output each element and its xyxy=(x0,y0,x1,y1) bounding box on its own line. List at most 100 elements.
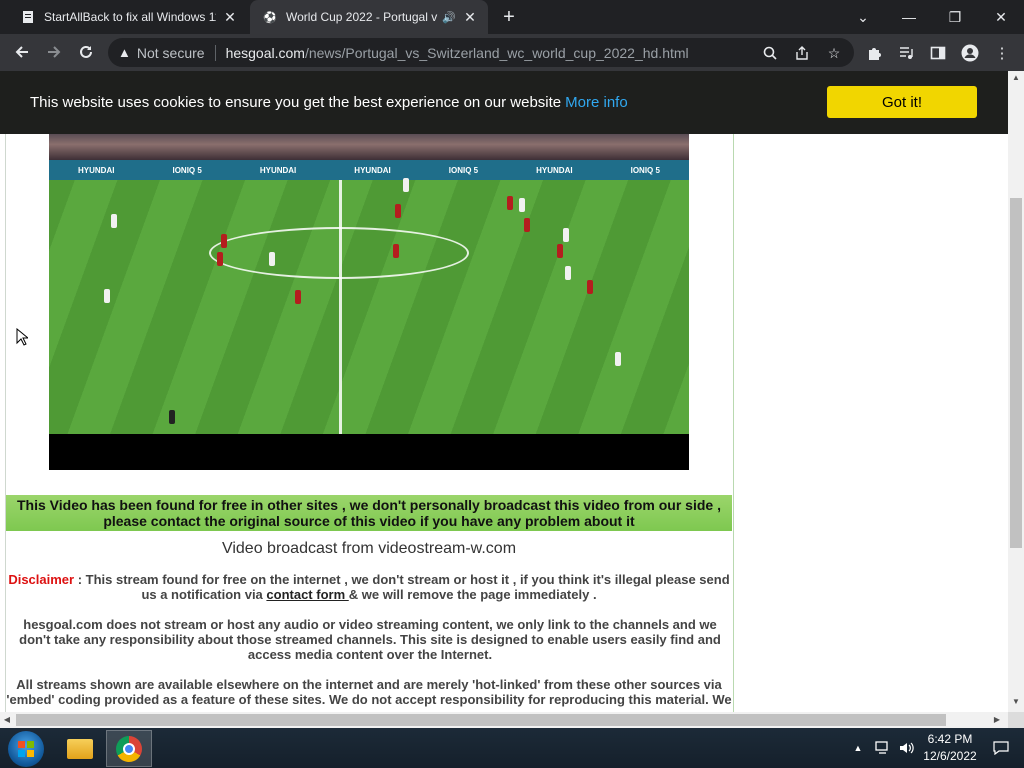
document-icon xyxy=(20,9,36,25)
tab-startallback[interactable]: StartAllBack to fix all Windows 11 ✕ xyxy=(8,0,248,34)
cookie-text: This website uses cookies to ensure you … xyxy=(30,94,562,111)
player xyxy=(295,290,301,304)
tab-search-icon[interactable]: ⌄ xyxy=(840,0,886,34)
vertical-scrollbar[interactable]: ▲ ▼ xyxy=(1008,71,1024,712)
notice-banner: This Video has been found for free in ot… xyxy=(6,495,732,531)
web-page: HYUNDAI IONIQ 5 HYUNDAI HYUNDAI IONIQ 5 … xyxy=(0,71,1008,712)
disclaimer-tail: & we will remove the page immediately . xyxy=(348,587,597,602)
reload-button[interactable] xyxy=(74,40,98,64)
back-button[interactable] xyxy=(10,40,34,64)
coach xyxy=(169,410,175,424)
player xyxy=(519,198,525,212)
tab-strip: StartAllBack to fix all Windows 11 ✕ ⚽ W… xyxy=(0,0,1024,34)
vertical-scroll-thumb[interactable] xyxy=(1010,198,1022,548)
player xyxy=(403,178,409,192)
start-button[interactable] xyxy=(8,731,44,767)
network-icon[interactable] xyxy=(873,736,893,760)
clock-time: 6:42 PM xyxy=(927,732,973,746)
kebab-menu-icon[interactable]: ⋮ xyxy=(991,42,1013,64)
star-icon[interactable]: ☆ xyxy=(824,43,844,63)
ad-board-label: IONIQ 5 xyxy=(630,165,660,175)
player xyxy=(587,280,593,294)
horizontal-scroll-thumb[interactable] xyxy=(16,714,946,726)
side-panel-icon[interactable] xyxy=(927,42,949,64)
search-icon[interactable] xyxy=(760,43,780,63)
player xyxy=(221,234,227,248)
hosting-paragraph: hesgoal.com does not stream or host any … xyxy=(19,617,721,662)
player xyxy=(395,204,401,218)
player xyxy=(393,244,399,258)
ad-board-label: HYUNDAI xyxy=(354,165,391,175)
player xyxy=(269,252,275,266)
warning-triangle-icon[interactable]: ▲ xyxy=(118,45,131,60)
tab-world-cup[interactable]: ⚽ World Cup 2022 - Portugal v 🔊 ✕ xyxy=(250,0,488,34)
scroll-up-icon[interactable]: ▲ xyxy=(1008,71,1024,85)
windows-taskbar xyxy=(0,728,1024,768)
player xyxy=(111,214,117,228)
got-it-button[interactable]: Got it! xyxy=(827,86,977,118)
speaker-icon[interactable]: 🔊 xyxy=(442,11,456,24)
share-icon[interactable] xyxy=(792,43,812,63)
ad-board-label: HYUNDAI xyxy=(78,165,115,175)
restore-button[interactable]: ❐ xyxy=(932,0,978,34)
close-window-button[interactable]: ✕ xyxy=(978,0,1024,34)
forward-button[interactable] xyxy=(42,40,66,64)
disclaimer-paragraph: Disclaimer : This stream found for free … xyxy=(6,572,732,602)
soccer-pitch: HYUNDAI IONIQ 5 HYUNDAI HYUNDAI IONIQ 5 … xyxy=(49,134,689,434)
hotlink-paragraph: All streams shown are available elsewher… xyxy=(6,677,732,707)
halfway-line xyxy=(339,180,342,434)
chrome-icon xyxy=(116,735,142,762)
scroll-right-icon[interactable]: ▶ xyxy=(990,712,1004,728)
player xyxy=(563,228,569,242)
security-label[interactable]: Not secure xyxy=(137,45,205,61)
chrome-taskbar-button[interactable] xyxy=(106,730,152,767)
reload-icon xyxy=(80,45,92,58)
arrow-left-icon xyxy=(15,46,28,58)
player xyxy=(104,289,110,303)
center-circle xyxy=(209,227,469,279)
video-source-text: Video broadcast from videostream-w.com xyxy=(221,540,517,557)
close-tab-icon[interactable]: ✕ xyxy=(222,9,238,25)
url-path: /news/Portugal_vs_Switzerland_wc_world_c… xyxy=(304,44,689,61)
horizontal-scrollbar[interactable]: ◀ ▶ xyxy=(0,712,1008,728)
windows-logo-icon xyxy=(18,741,34,757)
more-info-link[interactable]: More info xyxy=(565,94,628,111)
player xyxy=(615,352,621,366)
ad-board-label: HYUNDAI xyxy=(536,165,573,175)
scroll-corner xyxy=(1008,712,1024,728)
cookie-banner: This website uses cookies to ensure you … xyxy=(0,71,1008,134)
disclaimer-label: Disclaimer xyxy=(8,572,75,587)
folder-icon xyxy=(67,738,93,759)
cookie-message: This website uses cookies to ensure you … xyxy=(30,94,628,111)
url-host: hesgoal.com xyxy=(225,44,305,61)
volume-icon[interactable] xyxy=(897,736,917,760)
player xyxy=(557,244,563,258)
file-explorer-button[interactable] xyxy=(57,730,103,767)
clock-date: 12/6/2022 xyxy=(923,749,977,763)
ad-boards: HYUNDAI IONIQ 5 HYUNDAI HYUNDAI IONIQ 5 … xyxy=(49,160,689,180)
tab-title: World Cup 2022 - Portugal v xyxy=(286,10,438,24)
profile-icon[interactable] xyxy=(959,42,981,64)
close-tab-icon[interactable]: ✕ xyxy=(462,9,478,25)
system-clock[interactable]: 6:42 PM 12/6/2022 xyxy=(920,731,980,765)
player xyxy=(524,218,530,232)
tab-title: StartAllBack to fix all Windows 11 xyxy=(44,10,216,24)
soccer-ball-icon: ⚽ xyxy=(263,11,277,24)
player xyxy=(507,196,513,210)
new-tab-button[interactable]: + xyxy=(498,6,520,28)
stadium-crowd xyxy=(49,134,689,160)
ad-board-label: IONIQ 5 xyxy=(172,165,202,175)
scroll-left-icon[interactable]: ◀ xyxy=(0,712,14,728)
show-hidden-icons-icon[interactable]: ▲ xyxy=(850,736,866,760)
notifications-icon[interactable] xyxy=(990,736,1012,760)
video-player[interactable]: HYUNDAI IONIQ 5 HYUNDAI HYUNDAI IONIQ 5 … xyxy=(49,134,689,470)
ad-board-label: IONIQ 5 xyxy=(448,165,479,175)
divider xyxy=(214,44,216,61)
scroll-down-icon[interactable]: ▼ xyxy=(1008,695,1024,709)
address-bar[interactable]: ▲ Not secure hesgoal.com /news/Portugal_… xyxy=(108,38,854,67)
ad-board-label: HYUNDAI xyxy=(259,165,297,175)
contact-form-link[interactable]: contact form xyxy=(266,587,348,602)
puzzle-icon[interactable] xyxy=(863,42,885,64)
media-queue-icon[interactable] xyxy=(895,42,917,64)
minimize-button[interactable]: — xyxy=(886,0,932,34)
